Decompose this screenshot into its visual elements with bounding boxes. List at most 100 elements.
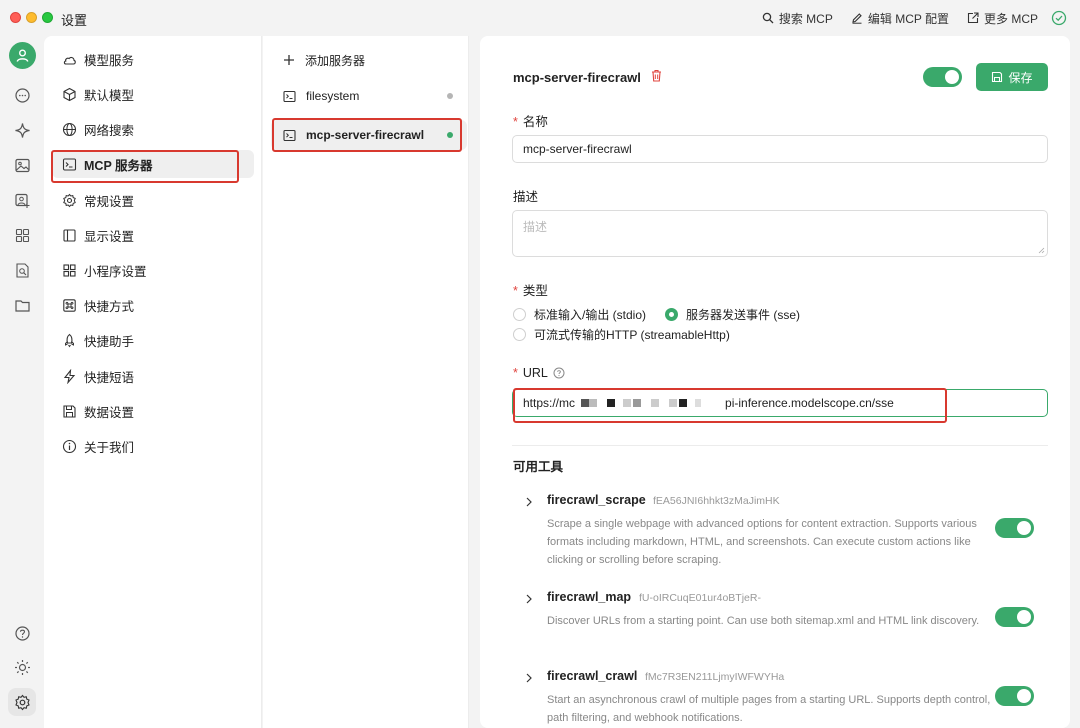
- sidebar-item-general-settings[interactable]: 常规设置: [52, 186, 254, 214]
- folder-icon[interactable]: [12, 295, 32, 315]
- tool-id: fMc7R3EN211LjmyIWFWYHa: [645, 671, 785, 683]
- status-check-icon[interactable]: [1050, 9, 1068, 27]
- sun-icon[interactable]: [12, 657, 32, 677]
- tool-name: firecrawl_scrape: [547, 493, 646, 507]
- plus-icon: [284, 55, 294, 65]
- resize-handle-icon[interactable]: [1038, 247, 1045, 254]
- trash-icon: [652, 69, 661, 82]
- pen-icon: [852, 13, 862, 24]
- server-item-filesystem[interactable]: filesystem: [271, 81, 467, 111]
- sidebar-item-web-search[interactable]: 网络搜索: [52, 115, 254, 143]
- tool-toggle-firecrawl-crawl[interactable]: [995, 686, 1034, 706]
- server-title: mcp-server-firecrawl: [513, 70, 641, 85]
- sidebar-item-miniapp-settings[interactable]: 小程序设置: [52, 256, 254, 284]
- name-input[interactable]: mcp-server-firecrawl: [512, 135, 1048, 163]
- sidebar-item-label: 显示设置: [84, 229, 135, 244]
- search-mcp-label: 搜索 MCP: [778, 11, 833, 26]
- cloud-icon: [63, 56, 76, 65]
- terminal-icon: [283, 90, 296, 102]
- save-icon: [992, 71, 1003, 83]
- description-label: 描述: [513, 190, 539, 204]
- tool-id: fEA56JNI6hhkt3zMaJimHK: [653, 495, 780, 507]
- chevron-right-icon[interactable]: [525, 673, 533, 683]
- sidebar-item-quick-assistant[interactable]: 快捷助手: [52, 326, 254, 354]
- type-radio-sse[interactable]: 服务器发送事件 (sse): [665, 306, 800, 323]
- chevron-right-icon[interactable]: [525, 594, 533, 604]
- sidebar-item-label: MCP 服务器: [84, 158, 153, 173]
- grid-icon: [63, 263, 76, 277]
- sidebar-item-mcp-servers[interactable]: MCP 服务器: [52, 150, 254, 178]
- save-label: 保存: [1008, 70, 1033, 85]
- type-radio-streamable-http[interactable]: 可流式传输的HTTP (streamableHttp): [513, 326, 730, 343]
- server-name: mcp-server-firecrawl: [306, 128, 425, 142]
- sidebar-item-label: 快捷方式: [84, 299, 135, 314]
- url-input[interactable]: https://mc pi-inference.modelscope.cn/ss…: [512, 389, 1048, 417]
- search-mcp-button[interactable]: 搜索 MCP: [762, 8, 833, 28]
- avatar[interactable]: [9, 42, 36, 69]
- sidebar-item-label: 小程序设置: [84, 264, 147, 279]
- settings-gear-icon[interactable]: [8, 688, 36, 716]
- sidebar-item-label: 常规设置: [84, 194, 135, 209]
- sidebar-item-quick-phrases[interactable]: 快捷短语: [52, 362, 254, 390]
- info-icon: [62, 439, 77, 453]
- apps-grid-icon[interactable]: [12, 225, 32, 245]
- close-window-button[interactable]: [10, 12, 21, 23]
- document-search-icon[interactable]: [12, 260, 32, 280]
- sidebar-item-data-settings[interactable]: 数据设置: [52, 397, 254, 425]
- title-bar: 设置 搜索 MCP 编辑 MCP 配置 更多 MCP: [0, 0, 1080, 36]
- help-icon[interactable]: [553, 367, 565, 379]
- tool-toggle-firecrawl-map[interactable]: [995, 607, 1034, 627]
- radio-circle-selected: [665, 308, 678, 321]
- sidebar-item-label: 模型服务: [84, 53, 135, 68]
- help-icon[interactable]: [12, 623, 32, 643]
- sidebar-item-about-us[interactable]: 关于我们: [52, 432, 254, 460]
- sidebar-item-label: 网络搜索: [84, 123, 135, 138]
- url-prefix: https://mc: [523, 396, 576, 410]
- tool-description: Discover URLs from a starting point. Can…: [547, 615, 980, 627]
- window-title: 设置: [61, 13, 88, 28]
- sidebar-item-model-service[interactable]: 模型服务: [52, 45, 254, 73]
- command-icon: [63, 298, 76, 312]
- sidebar-item-label: 快捷短语: [84, 370, 135, 385]
- server-list: 添加服务器 filesystem mcp-server-firecrawl: [263, 36, 469, 728]
- sidebar-item-label: 关于我们: [84, 440, 135, 455]
- sidebar-item-label: 快捷助手: [84, 334, 135, 349]
- sidebar-item-shortcuts[interactable]: 快捷方式: [52, 291, 254, 319]
- tool-description: Start an asynchronous crawl of multiple …: [547, 694, 991, 724]
- server-detail-card: mcp-server-firecrawl 保存 * 名称 mcp-server-f…: [480, 36, 1070, 728]
- minimize-window-button[interactable]: [26, 12, 37, 23]
- zoom-window-button[interactable]: [42, 12, 53, 23]
- external-link-icon: [967, 12, 979, 24]
- tools-section-title: 可用工具: [513, 460, 564, 474]
- tool-toggle-firecrawl-scrape[interactable]: [995, 518, 1034, 538]
- server-status-dot: [447, 132, 453, 138]
- save-button[interactable]: 保存: [976, 63, 1048, 91]
- sidebar-item-default-model[interactable]: 默认模型: [52, 80, 254, 108]
- user-icon: [16, 49, 29, 62]
- server-enabled-toggle[interactable]: [923, 67, 962, 87]
- chevron-right-icon[interactable]: [525, 497, 533, 507]
- tool-id: fU-oIRCuqE01ur4oBTjeR-: [639, 592, 761, 604]
- edit-mcp-config-label: 编辑 MCP 配置: [867, 11, 949, 26]
- server-name: filesystem: [306, 89, 360, 103]
- url-suffix: pi-inference.modelscope.cn/sse: [725, 396, 894, 410]
- image-icon[interactable]: [12, 155, 32, 175]
- radio-circle: [513, 308, 526, 321]
- cube-icon: [63, 87, 76, 101]
- add-server-button[interactable]: 添加服务器: [271, 45, 467, 75]
- user-image-icon[interactable]: [12, 190, 32, 210]
- tool-name: firecrawl_map: [547, 590, 632, 604]
- add-server-label: 添加服务器: [305, 53, 366, 68]
- server-item-mcp-server-firecrawl[interactable]: mcp-server-firecrawl: [271, 120, 467, 150]
- edit-mcp-config-button[interactable]: 编辑 MCP 配置: [851, 8, 949, 28]
- sidebar-item-label: 默认模型: [84, 88, 135, 103]
- description-textarea[interactable]: 描述: [512, 210, 1048, 257]
- chat-icon[interactable]: [12, 85, 32, 105]
- delete-server-button[interactable]: [650, 69, 663, 85]
- sidebar-item-display-settings[interactable]: 显示设置: [52, 221, 254, 249]
- type-radio-stdio[interactable]: 标准输入/输出 (stdio): [513, 306, 646, 323]
- more-mcp-button[interactable]: 更多 MCP: [967, 8, 1038, 28]
- divider: [512, 445, 1048, 446]
- more-mcp-label: 更多 MCP: [983, 11, 1038, 26]
- sparkle-icon[interactable]: [12, 120, 32, 140]
